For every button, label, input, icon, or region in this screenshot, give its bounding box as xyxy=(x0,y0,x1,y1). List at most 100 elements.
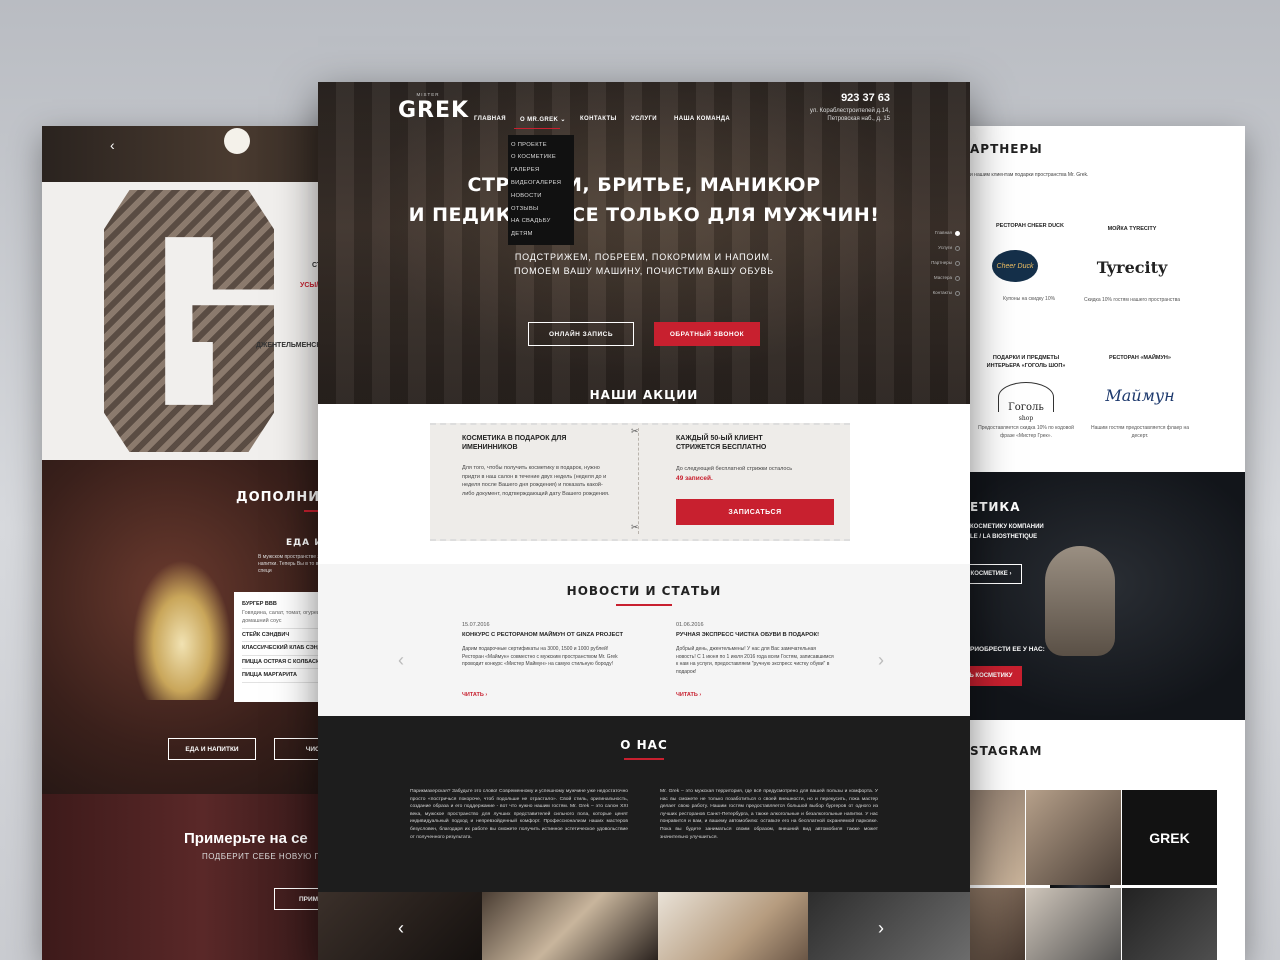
news-text-1: Дарим подарочные сертификаты на 3000, 15… xyxy=(462,646,618,667)
nav-active-underline xyxy=(514,128,560,129)
chevron-down-icon: ⌄ xyxy=(560,117,566,123)
hero-headline-2: И ПЕДИКЮР ВСЕ ТОЛЬКО ДЛЯ МУЖЧИН! xyxy=(408,204,880,226)
news-date: 15.07.2016 xyxy=(462,622,490,628)
cosmetics-title: ЕТИКА xyxy=(970,500,1021,514)
partner-label: РЕСТОРАН «МАЙМУН» xyxy=(1109,355,1171,361)
partner-label: РЕСТОРАН CHEER DUCK xyxy=(996,223,1064,229)
big-g-photo-letter xyxy=(104,190,274,452)
title-underline xyxy=(616,604,672,606)
dropdown-item[interactable]: ДЕТЯМ xyxy=(508,228,574,241)
address-line-2: Петровская наб., д. 15 xyxy=(827,116,890,122)
left-page-preview: ‹ СТ УСЫ/Б ДЖЕНТЕЛЬМЕНСКИЙ ДОПОЛНИТЕЛ ЕД… xyxy=(42,126,364,960)
about-dropdown-overlay: О ПРОЕКТЕ О КОСМЕТИКЕ ГАЛЕРЕЯ ВИДЕОГАЛЕР… xyxy=(508,135,574,245)
callback-button[interactable]: ОБРАТНЫЙ ЗВОНОК xyxy=(654,322,760,346)
nav-contacts[interactable]: КОНТАКТЫ xyxy=(580,116,617,122)
dropdown-item[interactable]: О КОСМЕТИКЕ xyxy=(508,152,574,165)
about-text-left: Парикмахерская? Забудьте это слово! Совр… xyxy=(410,789,628,840)
side-nav-item[interactable]: Мастера xyxy=(920,275,960,290)
food-drinks-button[interactable]: ЕДА И НАПИТКИ xyxy=(168,738,256,760)
lamp-image xyxy=(224,128,250,154)
promo-1-text: Для того, чтобы получить косметику в под… xyxy=(462,465,610,497)
left-g-section: СТ УСЫ/Б ДЖЕНТЕЛЬМЕНСКИЙ xyxy=(42,182,364,460)
instagram-photo[interactable] xyxy=(1122,888,1217,960)
gallery-photo[interactable] xyxy=(658,892,808,960)
nav-services[interactable]: УСЛУГИ xyxy=(631,116,657,122)
news-date: 01.06.2016 xyxy=(676,622,704,628)
cheer-duck-logo[interactable]: Cheer Duck xyxy=(992,250,1038,282)
title-underline xyxy=(624,758,664,760)
partners-sub: и нашим клиентам подарки пространства Mr… xyxy=(970,172,1089,178)
phone-number[interactable]: 923 37 63 xyxy=(830,92,890,104)
dropdown-item[interactable]: НА СВАДЬБУ xyxy=(508,216,574,229)
hero-shelves-texture xyxy=(318,82,970,404)
instagram-title: STAGRAM xyxy=(970,744,1043,758)
promo-2-text: До следующей бесплатной стрижки осталось xyxy=(676,466,793,472)
partner-label: МОЙКА TYRECITY xyxy=(1107,226,1157,232)
left-try-section: Примерьте на се ПОДБЕРИТ СЕБЕ НОВУЮ ПРИЧ… xyxy=(42,794,364,960)
nav-about[interactable]: О MR.GREK ⌄ xyxy=(520,116,566,123)
chevron-left-icon[interactable]: ‹ xyxy=(398,918,404,939)
signup-button[interactable]: ЗАПИСАТЬСЯ xyxy=(676,499,834,525)
news-read-more[interactable]: ЧИТАТЬ › xyxy=(676,692,701,698)
promo-2-title: КАЖДЫЙ 50-ЫЙ КЛИЕНТ СТРИЖЕТСЯ БЕСПЛАТНО xyxy=(676,435,767,451)
promo-1-title: КОСМЕТИКА В ПОДАРОК ДЛЯ ИМЕНИННИКОВ xyxy=(462,435,567,451)
partner-text: Купоны на скидку 10% xyxy=(1002,296,1056,302)
dropdown-item[interactable]: НОВОСТИ xyxy=(508,190,574,203)
promotions-title: НАШИ АКЦИИ xyxy=(589,388,699,402)
gallery-photo[interactable] xyxy=(808,892,970,960)
left-top-photo: ‹ xyxy=(42,126,364,182)
gogol-shop-logo[interactable]: Гоголь xyxy=(982,402,1070,413)
side-nav-item[interactable]: Контакты xyxy=(920,290,960,305)
instagram-photo[interactable] xyxy=(1026,790,1121,885)
scissors-icon: ✂ xyxy=(631,522,639,532)
side-nav-item[interactable]: Партнеры xyxy=(920,260,960,275)
hero-headline-1: СТРИЖКИ, БРИТЬЕ, МАНИКЮР xyxy=(467,174,821,196)
fries-basket-image xyxy=(132,560,232,700)
chevron-left-icon[interactable]: ‹ xyxy=(110,138,120,152)
maimun-logo[interactable]: Маймун xyxy=(1080,386,1200,405)
online-booking-button[interactable]: ОНЛАЙН ЗАПИСЬ xyxy=(528,322,634,346)
news-title: НОВОСТИ И СТАТЬИ xyxy=(566,584,722,598)
partner-text: Скидка 10% гостям нашего пространства xyxy=(1084,297,1180,303)
cosmetics-buy-text: РИОБРЕСТИ ЕЕ У НАС: xyxy=(970,646,1045,653)
chevron-left-icon[interactable]: ‹ xyxy=(398,650,404,671)
partner-label: ПОДАРКИ И ПРЕДМЕТЫ ИНТЕРЬЕРА «ГОГОЛЬ ШОП… xyxy=(986,355,1066,369)
dropdown-item[interactable]: ВИДЕОГАЛЕРЕЯ xyxy=(508,177,574,190)
chevron-right-icon[interactable]: › xyxy=(878,918,884,939)
gallery-photo[interactable] xyxy=(482,892,658,960)
side-nav-item[interactable]: Услуги xyxy=(920,245,960,260)
main-page-preview: MISTER GREK ГЛАВНАЯ О MR.GREK ⌄ КОНТАКТЫ… xyxy=(318,82,970,960)
hero-subline-1: ПОДСТРИЖЕМ, ПОБРЕЕМ, ПОКОРМИМ И НАПОИМ. xyxy=(514,252,774,262)
dropdown-item[interactable]: ОТЗЫВЫ xyxy=(508,203,574,216)
instagram-photo[interactable]: GREK xyxy=(1122,790,1217,885)
side-nav-item[interactable]: Главная xyxy=(920,230,960,245)
grek-logo[interactable]: GREK xyxy=(398,98,469,123)
tyrecity-logo[interactable]: Tyrecity xyxy=(1070,258,1194,277)
nav-home[interactable]: ГЛАВНАЯ xyxy=(474,116,506,122)
logo-mister: MISTER xyxy=(416,92,440,97)
news-title-1[interactable]: КОНКУРС С РЕСТОРАНОМ МАЙМУН ОТ GINZA PRO… xyxy=(462,632,632,638)
cosmetics-sub-2: LE / LA BIOSTHETIQUE xyxy=(970,534,1038,540)
about-text-right: Mr. Grek – это мужская территория, где в… xyxy=(660,789,878,840)
cosmetics-section: ЕТИКА КОСМЕТИКУ КОМПАНИИ LE / LA BIOSTHE… xyxy=(930,472,1245,897)
cut-line-divider xyxy=(638,428,639,534)
promo-2-count: 49 записей. xyxy=(676,475,713,482)
news-read-more[interactable]: ЧИТАТЬ › xyxy=(462,692,487,698)
cosmetics-sub-1: КОСМЕТИКУ КОМПАНИИ xyxy=(970,524,1044,530)
shaving-brush-image xyxy=(1045,546,1115,656)
address-line-1: ул. Кораблестроителей д.14, xyxy=(809,108,890,114)
partner-text: Нашим гостям предоставляется флаер на де… xyxy=(1090,425,1190,439)
news-title-2[interactable]: РУЧНАЯ ЭКСПРЕСС ЧИСТКА ОБУВИ В ПОДАРОК! xyxy=(676,632,846,638)
nav-team[interactable]: НАША КОМАНДА xyxy=(674,116,730,122)
side-section-nav: Главная Услуги Партнеры Мастера Контакты xyxy=(920,230,960,305)
dropdown-item[interactable]: О ПРОЕКТЕ xyxy=(508,139,574,152)
partner-text: Предоставляется скидка 10% по кодовой фр… xyxy=(978,425,1074,439)
scissors-icon: ✂ xyxy=(631,426,639,436)
gogol-shop-logo-sub: shop xyxy=(1018,415,1034,422)
about-title: О НАС xyxy=(620,738,668,752)
hero-subline-2: ПОМОЕМ ВАШУ МАШИНУ, ПОЧИСТИМ ВАШУ ОБУВЬ xyxy=(514,266,774,276)
instagram-grek-logo: GREK xyxy=(1149,829,1190,846)
chevron-right-icon[interactable]: › xyxy=(878,650,884,671)
instagram-photo[interactable] xyxy=(1026,888,1121,960)
dropdown-item[interactable]: ГАЛЕРЕЯ xyxy=(508,165,574,178)
